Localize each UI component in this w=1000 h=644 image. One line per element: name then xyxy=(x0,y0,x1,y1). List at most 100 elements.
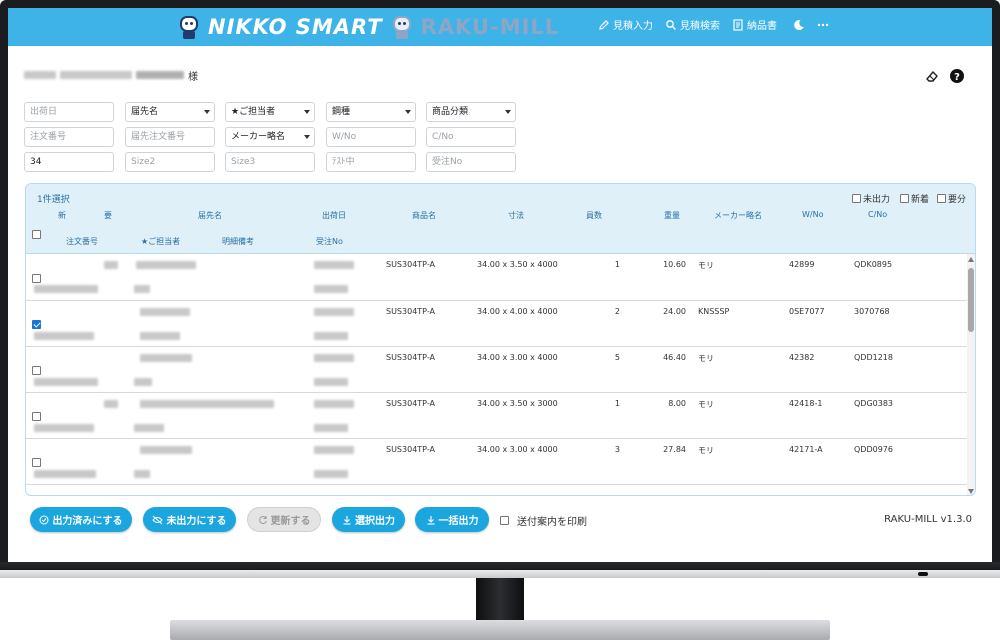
check-circle-icon xyxy=(39,515,49,524)
order-no-field[interactable]: 注文番号 xyxy=(24,127,114,147)
cell-qty: 2 xyxy=(614,307,620,316)
nav-estimate-input[interactable]: 見積入力 xyxy=(598,17,653,32)
selected-output-button[interactable]: 選択出力 xyxy=(332,507,405,532)
redacted-text xyxy=(314,332,348,340)
eraser-icon[interactable] xyxy=(924,68,940,84)
dest-order-no-field[interactable]: 届先注文番号 xyxy=(125,127,215,147)
monitor-bottom-bar xyxy=(0,570,1000,578)
select-all-checkbox[interactable] xyxy=(32,230,41,239)
redacted-text xyxy=(140,354,192,362)
redacted-text xyxy=(134,470,150,478)
col-header-required[interactable]: 要 xyxy=(104,210,112,221)
col-header-ship-date[interactable]: 出荷日 xyxy=(322,210,346,221)
col-header-weight[interactable]: 重量 xyxy=(664,210,680,221)
checkbox[interactable] xyxy=(900,194,909,203)
destination-select[interactable]: 届先名 xyxy=(125,102,215,122)
table-row[interactable]: SUS304TP-A 34.00 x 4.00 x 4000 2 24.00 K… xyxy=(26,301,969,347)
cell-product: SUS304TP-A xyxy=(386,307,435,316)
col-header-order-no[interactable]: 注文番号 xyxy=(66,236,98,247)
table-row[interactable]: SUS304TP-A 34.00 x 3.50 x 4000 1 10.60 モ… xyxy=(26,255,969,301)
cell-c-no: 3070768 xyxy=(854,307,890,316)
scroll-down-icon[interactable] xyxy=(968,489,974,494)
cell-maker: モリ xyxy=(698,354,714,363)
col-header-destination[interactable]: 届先名 xyxy=(198,210,222,221)
monitor-stand-neck xyxy=(476,578,524,622)
cell-qty: 1 xyxy=(614,399,620,408)
cell-qty: 1 xyxy=(614,260,620,269)
cell-dimensions: 34.00 x 4.00 x 4000 xyxy=(477,307,558,316)
redacted-text xyxy=(104,400,118,408)
checkbox[interactable] xyxy=(852,194,861,203)
app-screen: NIKKO SMART RAKU-MILL 見積入力 見積検索 納品書 様 ? … xyxy=(8,8,992,562)
select-value: 商品分類 xyxy=(432,107,469,117)
col-header-line-note[interactable]: 明細備考 xyxy=(222,236,254,247)
table-row[interactable]: SUS304TP-A 34.00 x 3.00 x 4000 3 27.84 モ… xyxy=(26,439,969,485)
more-icon[interactable] xyxy=(817,19,829,31)
col-header-w-no[interactable]: W/No xyxy=(802,210,823,219)
bulk-output-button[interactable]: 一括出力 xyxy=(415,507,489,532)
print-guide-checkbox[interactable] xyxy=(500,516,509,525)
row-checkbox[interactable] xyxy=(32,412,41,421)
c-no-field[interactable]: C/No xyxy=(426,127,516,147)
table-row[interactable]: SUS304TP-A 34.00 x 3.00 x 4000 5 46.40 モ… xyxy=(26,347,969,393)
col-header-c-no[interactable]: C/No xyxy=(868,210,887,219)
scrollbar-thumb[interactable] xyxy=(968,268,974,332)
filter-option-new[interactable]: 新着 xyxy=(900,192,929,205)
redacted-text xyxy=(314,308,354,316)
ship-date-field[interactable]: 出荷日 xyxy=(24,102,114,122)
button-label: 出力済みにする xyxy=(52,516,123,527)
col-header-maker[interactable]: メーカー略名 xyxy=(714,210,762,221)
redacted-text xyxy=(314,261,354,269)
filter-option-required[interactable]: 要分 xyxy=(937,192,966,205)
table-row[interactable]: SUS304TP-A 34.00 x 3.50 x 3000 1 8.00 モリ… xyxy=(26,393,969,439)
mark-output-button[interactable]: 出力済みにする xyxy=(30,507,132,532)
table-scrollbar[interactable] xyxy=(967,254,975,495)
col-header-receipt-no[interactable]: 受注No xyxy=(316,236,343,247)
cell-w-no: 42382 xyxy=(789,353,815,362)
moon-icon[interactable] xyxy=(793,19,805,31)
size1-field[interactable]: 34 xyxy=(24,152,114,172)
row-checkbox[interactable] xyxy=(32,320,41,329)
cell-maker: モリ xyxy=(698,446,714,455)
scroll-up-icon[interactable] xyxy=(968,257,974,262)
nav-estimate-search[interactable]: 見積検索 xyxy=(665,17,720,32)
steel-type-select[interactable]: 鋼種 xyxy=(326,102,416,122)
row-checkbox[interactable] xyxy=(32,274,41,283)
order-receipt-no-field[interactable]: 受注No xyxy=(426,152,516,172)
cell-dimensions: 34.00 x 3.00 x 4000 xyxy=(477,353,558,362)
mascot-logo-icon xyxy=(391,14,413,40)
nav-delivery-note[interactable]: 納品書 xyxy=(732,17,777,32)
col-header-dimensions[interactable]: 寸法 xyxy=(508,210,524,221)
w-no-field[interactable]: W/No xyxy=(326,127,416,147)
col-header-new[interactable]: 新 xyxy=(58,210,66,221)
cell-c-no: QDD1218 xyxy=(854,353,893,362)
cell-w-no: 0SE7077 xyxy=(789,307,825,316)
help-icon[interactable]: ? xyxy=(949,68,965,84)
cell-maker: モリ xyxy=(698,261,714,270)
brand[interactable]: NIKKO SMART RAKU-MILL xyxy=(178,13,559,41)
col-header-qty[interactable]: 員数 xyxy=(586,210,602,221)
select-value: 届先名 xyxy=(131,107,159,117)
staff-select[interactable]: ★ご担当者 xyxy=(225,102,315,122)
cell-product: SUS304TP-A xyxy=(386,353,435,362)
customer-name: 様 xyxy=(24,68,198,83)
redacted-text xyxy=(34,424,94,432)
nav-label: 見積入力 xyxy=(613,21,653,32)
update-button[interactable]: 更新する xyxy=(247,507,321,532)
checkbox[interactable] xyxy=(937,194,946,203)
maker-select[interactable]: メーカー略名 xyxy=(225,127,315,147)
col-header-staff[interactable]: ★ご担当者 xyxy=(141,236,180,247)
test-cert-field[interactable]: ﾃｽﾄ中 xyxy=(326,152,416,172)
redacted-text xyxy=(140,446,192,454)
size2-field[interactable]: Size2 xyxy=(125,152,215,172)
customer-suffix: 様 xyxy=(188,71,198,83)
filter-option-unoutput[interactable]: 未出力 xyxy=(852,192,890,205)
row-checkbox[interactable] xyxy=(32,366,41,375)
mark-unoutput-button[interactable]: 未出力にする xyxy=(143,507,236,532)
print-guide-option[interactable]: 送付案内を印刷 xyxy=(500,513,587,528)
size3-field[interactable]: Size3 xyxy=(225,152,315,172)
product-category-select[interactable]: 商品分類 xyxy=(426,102,516,122)
redacted-text xyxy=(314,400,354,408)
row-checkbox[interactable] xyxy=(32,458,41,467)
col-header-product[interactable]: 商品名 xyxy=(412,210,436,221)
